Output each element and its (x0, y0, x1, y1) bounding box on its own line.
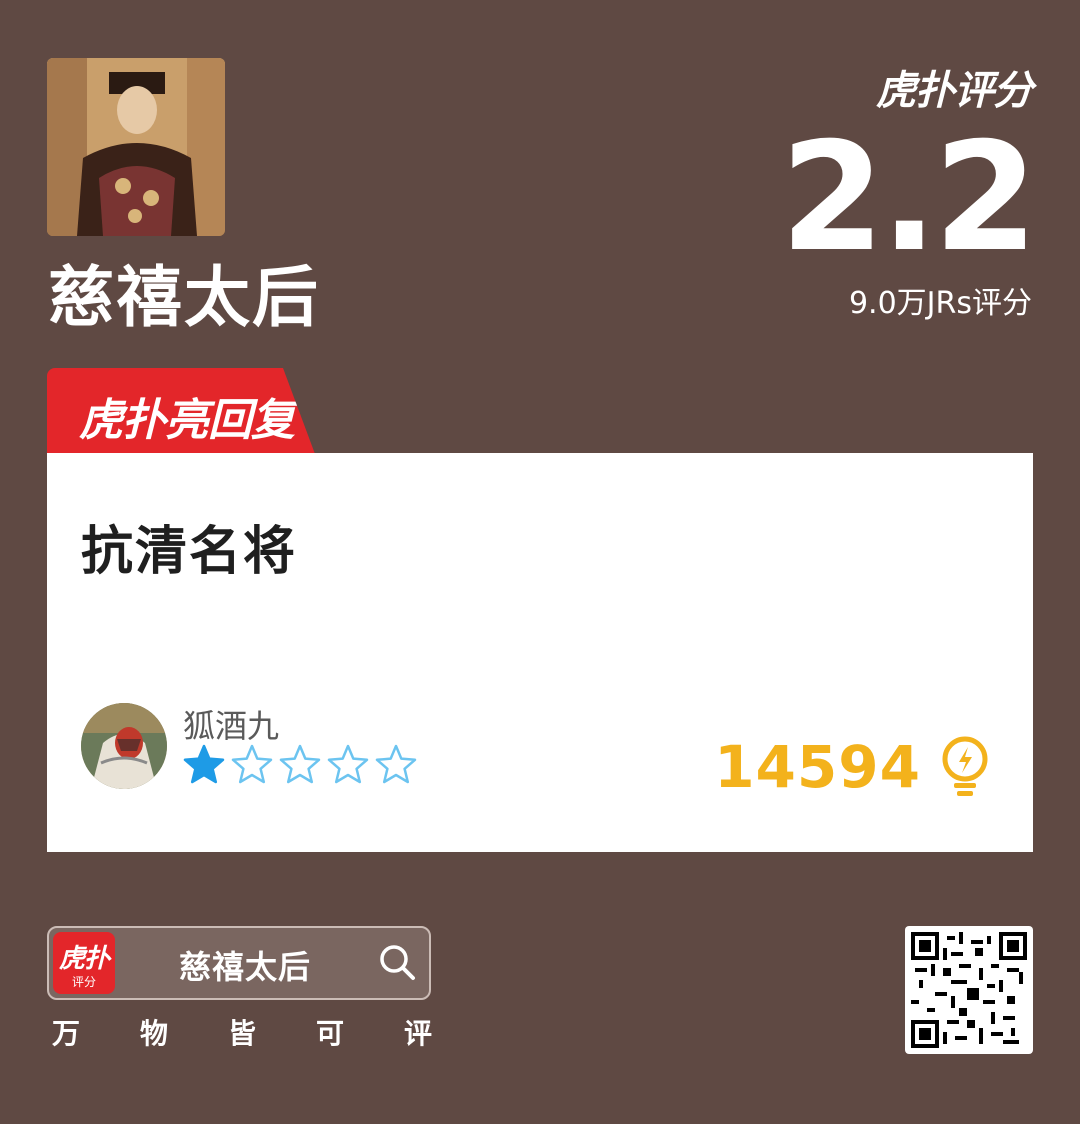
comment-text: 抗清名将 (81, 522, 298, 582)
rating-count: 9.0万JRs评分 (848, 286, 1032, 321)
slogan-char: 评 (403, 1017, 432, 1050)
hupu-rating-logo: 虎扑评分 (876, 68, 1033, 114)
search-icon[interactable] (377, 942, 417, 982)
app-search-bar[interactable]: 虎扑 评分 慈禧太后 (47, 926, 431, 1000)
portrait-image (47, 58, 225, 236)
like-count: 14594 (714, 733, 921, 801)
app-logo-sub: 评分 (71, 975, 96, 989)
hupu-app-icon: 虎扑 评分 (53, 932, 115, 994)
star-filled-icon (183, 744, 225, 784)
app-logo-text: 虎扑 (59, 944, 110, 974)
slogan-char: 万 (52, 1017, 81, 1050)
star-empty-icon (231, 744, 273, 784)
star-empty-icon (375, 744, 417, 784)
slogan-char: 可 (315, 1017, 344, 1050)
hot-reply-label: 虎扑亮回复 (79, 395, 295, 446)
subject-portrait (47, 58, 225, 236)
slogan: 万 物 皆 可 评 (52, 1012, 432, 1052)
slogan-char: 皆 (227, 1017, 256, 1050)
hot-reply-tab: 虎扑亮回复 (47, 368, 315, 454)
avatar-image (81, 703, 167, 789)
star-empty-icon (279, 744, 321, 784)
star-empty-icon (327, 744, 369, 784)
subject-name: 慈禧太后 (48, 259, 320, 336)
user-avatar[interactable] (81, 703, 167, 789)
qr-code-image (911, 932, 1027, 1048)
qr-code[interactable] (905, 926, 1033, 1054)
lightbulb-icon[interactable] (937, 735, 993, 799)
user-star-rating (183, 743, 417, 785)
username[interactable]: 狐酒九 (183, 701, 279, 747)
search-query: 慈禧太后 (179, 948, 312, 986)
rating-score: 2.2 (780, 111, 1038, 285)
hot-reply-card: 抗清名将 狐酒九 14594 (47, 453, 1033, 852)
slogan-char: 物 (139, 1017, 168, 1050)
